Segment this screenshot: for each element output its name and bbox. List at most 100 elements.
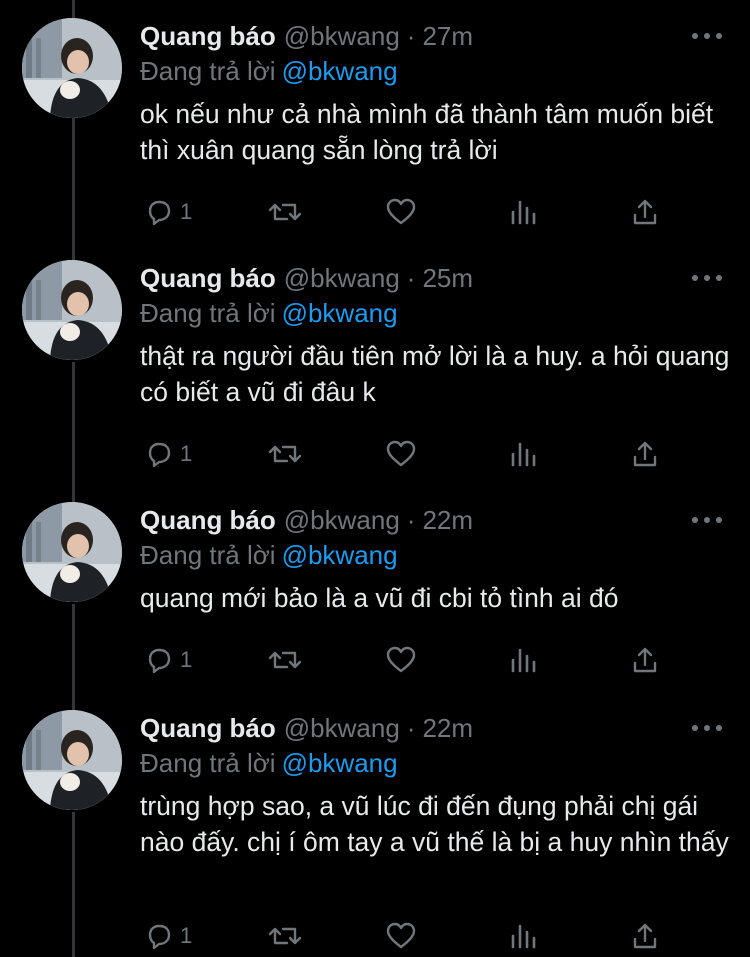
replying-to-label: Đang trả lời (140, 298, 276, 328)
timestamp[interactable]: 25m (422, 263, 473, 294)
reply-bubble-icon (148, 200, 171, 226)
tweet-actions: 1 (140, 642, 680, 678)
views-button[interactable] (508, 194, 538, 230)
avatar-photo-icon (22, 502, 122, 602)
tweet-text: thật ra người đầu tiên mở lời là a huy. … (140, 341, 730, 407)
share-button[interactable] (630, 194, 660, 230)
tweet[interactable]: Quang báo @bkwang · 22m Đang trả lời @bkw… (0, 502, 750, 692)
thread-line (72, 0, 75, 18)
tweet-text: quang mới bảo là a vũ đi cbi tỏ tình ai … (140, 583, 619, 613)
heart-icon (386, 646, 416, 673)
retweet-icon (268, 445, 302, 463)
retweet-button[interactable] (268, 918, 302, 954)
heart-icon (386, 922, 416, 949)
tweet-actions: 1 (140, 194, 680, 230)
replying-to-handle[interactable]: @bkwang (282, 540, 398, 570)
replying-to: Đang trả lời @bkwang (140, 298, 398, 329)
user-handle[interactable]: @bkwang (284, 21, 400, 52)
more-options-button[interactable] (692, 22, 722, 50)
replying-to-label: Đang trả lời (140, 748, 276, 778)
tweet[interactable]: Quang báo @bkwang · 25m Đang trả lời @bkw… (0, 260, 750, 480)
timestamp[interactable]: 27m (422, 21, 473, 52)
replying-to-handle[interactable]: @bkwang (282, 298, 398, 328)
retweet-icon (268, 203, 302, 221)
timestamp[interactable]: 22m (422, 505, 473, 536)
reply-button[interactable]: 1 (144, 194, 192, 230)
replying-to: Đang trả lời @bkwang (140, 56, 398, 87)
replying-to: Đang trả lời @bkwang (140, 748, 398, 779)
more-dots-icon (692, 33, 698, 39)
replying-to-handle[interactable]: @bkwang (282, 748, 398, 778)
share-button[interactable] (630, 436, 660, 472)
retweet-icon (268, 651, 302, 669)
replying-to-label: Đang trả lời (140, 540, 276, 570)
like-button[interactable] (385, 194, 417, 230)
separator-dot: · (406, 712, 416, 743)
more-dots-icon (692, 725, 698, 731)
share-button[interactable] (630, 642, 660, 678)
avatar-photo-icon (22, 260, 122, 360)
user-handle[interactable]: @bkwang (284, 713, 400, 744)
replying-to-handle[interactable]: @bkwang (282, 56, 398, 86)
reply-bubble-icon (148, 648, 171, 674)
display-name[interactable]: Quang báo (140, 263, 276, 294)
views-button[interactable] (508, 436, 538, 472)
user-handle[interactable]: @bkwang (284, 505, 400, 536)
views-bar-chart-icon (511, 442, 536, 467)
tweet[interactable]: Quang báo @bkwang · 27m Đang trả lời @bkw… (0, 18, 750, 238)
more-options-button[interactable] (692, 506, 722, 534)
retweet-button[interactable] (268, 194, 302, 230)
replying-to-label: Đang trả lời (140, 56, 276, 86)
tweet-text: trùng hợp sao, a vũ lúc đi đến đụng phải… (140, 791, 729, 857)
reply-count: 1 (180, 923, 193, 948)
share-upload-icon (633, 923, 657, 949)
tweet-actions: 1 (140, 436, 680, 472)
tweet-actions: 1 (140, 918, 680, 954)
separator-dot: · (406, 262, 416, 293)
display-name[interactable]: Quang báo (140, 505, 276, 536)
avatar-photo-icon (22, 710, 122, 810)
more-dots-icon (692, 275, 698, 281)
heart-icon (386, 198, 416, 225)
display-name[interactable]: Quang báo (140, 713, 276, 744)
like-button[interactable] (385, 436, 417, 472)
views-bar-chart-icon (511, 924, 536, 949)
tweet[interactable]: Quang báo @bkwang · 22m Đang trả lời @bkw… (0, 710, 750, 957)
separator-dot: · (406, 504, 416, 535)
reply-button[interactable]: 1 (144, 642, 192, 678)
share-upload-icon (633, 647, 657, 673)
separator-dot: · (406, 20, 416, 51)
share-upload-icon (633, 441, 657, 467)
reply-button[interactable]: 1 (144, 436, 192, 472)
avatar[interactable] (22, 710, 122, 810)
views-bar-chart-icon (511, 648, 536, 673)
share-button[interactable] (630, 918, 660, 954)
more-dots-icon (692, 517, 698, 523)
reply-count: 1 (180, 441, 193, 466)
avatar[interactable] (22, 260, 122, 360)
views-button[interactable] (508, 918, 538, 954)
avatar-photo-icon (22, 18, 122, 118)
reply-button[interactable]: 1 (144, 918, 192, 954)
like-button[interactable] (385, 642, 417, 678)
tweet-header: Quang báo @bkwang · 22m (140, 710, 473, 746)
user-handle[interactable]: @bkwang (284, 263, 400, 294)
like-button[interactable] (385, 918, 417, 954)
tweet-header: Quang báo @bkwang · 27m (140, 18, 473, 54)
reply-count: 1 (180, 199, 193, 224)
reply-bubble-icon (148, 442, 171, 468)
display-name[interactable]: Quang báo (140, 21, 276, 52)
avatar[interactable] (22, 18, 122, 118)
tweet-header: Quang báo @bkwang · 25m (140, 260, 473, 296)
more-options-button[interactable] (692, 264, 722, 292)
retweet-button[interactable] (268, 642, 302, 678)
more-options-button[interactable] (692, 714, 722, 742)
views-bar-chart-icon (511, 200, 536, 225)
reply-count: 1 (180, 647, 193, 672)
timestamp[interactable]: 22m (422, 713, 473, 744)
tweet-text: ok nếu như cả nhà mình đã thành tâm muốn… (140, 99, 714, 165)
retweet-button[interactable] (268, 436, 302, 472)
share-upload-icon (633, 199, 657, 225)
avatar[interactable] (22, 502, 122, 602)
views-button[interactable] (508, 642, 538, 678)
